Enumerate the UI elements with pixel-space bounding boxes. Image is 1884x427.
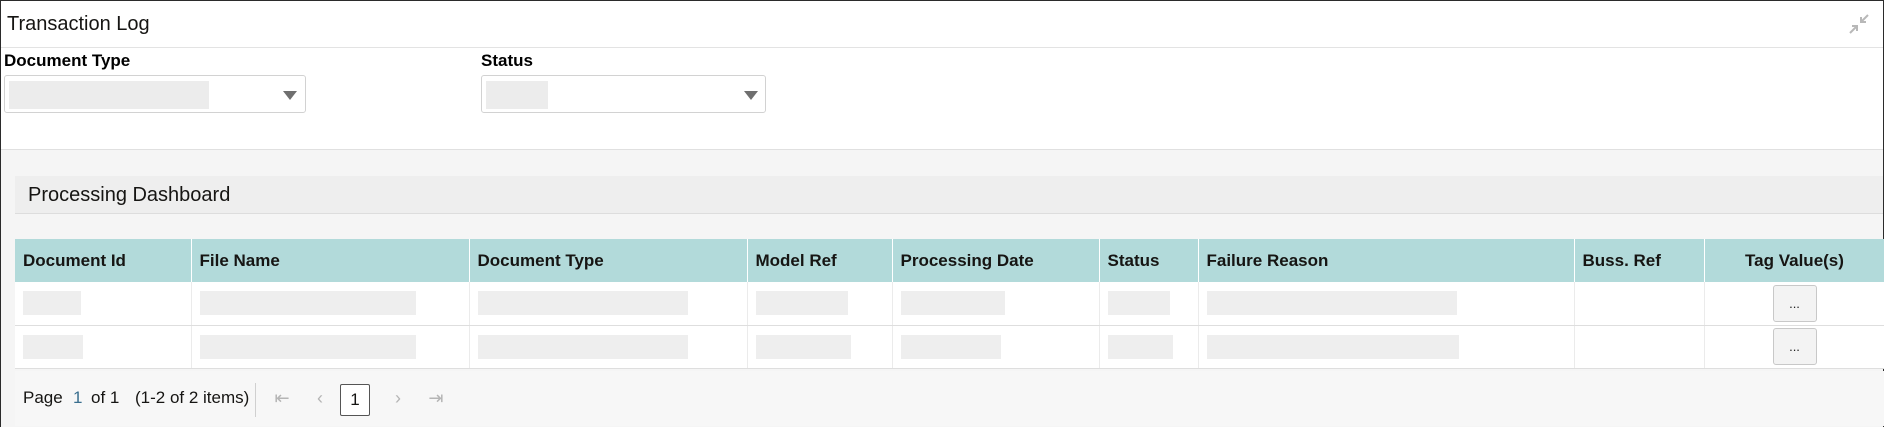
table-header-row: Document Id File Name Document Type Mode… [15, 239, 1884, 282]
page-1-button[interactable]: 1 [340, 384, 370, 416]
column-header[interactable]: Document Id [15, 239, 192, 282]
table-row[interactable]: ... [15, 325, 1884, 369]
items-summary: (1-2 of 2 items) [135, 388, 250, 407]
prev-page-icon[interactable]: ‹ [310, 388, 330, 409]
column-header[interactable]: Failure Reason [1198, 239, 1575, 282]
document-type-label: Document Type [4, 51, 131, 70]
processing-dashboard-panel: Processing Dashboard Document Id File Na… [1, 149, 1884, 427]
buss-ref-cell [1574, 282, 1705, 326]
first-page-icon[interactable]: ⇤ [272, 388, 292, 409]
processing-date-cell [892, 282, 1100, 326]
pagination-bar: Page 1 of 1 (1-2 of 2 items) ⇤ ‹ 1 › ⇥ [15, 371, 1884, 426]
failure-reason-cell [1198, 282, 1575, 326]
current-page-number: 1 [73, 388, 83, 407]
status-label: Status [481, 51, 533, 70]
tag-values-button[interactable]: ... [1772, 328, 1817, 365]
document-id-cell [15, 282, 192, 326]
column-header[interactable]: Tag Value(s) [1704, 239, 1884, 282]
model-ref-cell [747, 325, 893, 369]
failure-reason-cell [1198, 325, 1575, 369]
status-value [486, 81, 548, 109]
panel-header: Processing Dashboard [15, 176, 1883, 214]
transaction-log-window: Transaction Log Document Type Status Pro… [0, 0, 1884, 427]
processing-date-cell [892, 325, 1100, 369]
model-ref-cell [747, 282, 893, 326]
document-type-select[interactable] [4, 75, 306, 113]
file-name-cell [191, 325, 470, 369]
chevron-down-icon [744, 91, 758, 100]
tag-values-cell: ... [1704, 282, 1884, 326]
table-row[interactable]: ... [15, 282, 1884, 326]
page-label: Page [23, 388, 63, 407]
column-header[interactable]: Model Ref [747, 239, 893, 282]
column-header[interactable]: Processing Date [892, 239, 1100, 282]
collapse-icon[interactable] [1849, 14, 1869, 34]
tag-values-cell: ... [1704, 325, 1884, 369]
last-page-icon[interactable]: ⇥ [426, 388, 446, 409]
next-page-icon[interactable]: › [388, 388, 408, 409]
column-header[interactable]: Status [1099, 239, 1199, 282]
document-type-value [9, 81, 209, 109]
column-header[interactable]: Document Type [469, 239, 748, 282]
column-header[interactable]: File Name [191, 239, 470, 282]
column-header[interactable]: Buss. Ref [1574, 239, 1705, 282]
buss-ref-cell [1574, 325, 1705, 369]
status-cell [1099, 325, 1199, 369]
tag-values-button[interactable]: ... [1772, 284, 1817, 322]
document-id-cell [15, 325, 192, 369]
pager-divider [255, 383, 256, 417]
panel-title: Processing Dashboard [28, 184, 231, 206]
chevron-down-icon [283, 91, 297, 100]
document-type-cell [469, 282, 748, 326]
status-cell [1099, 282, 1199, 326]
file-name-cell [191, 282, 470, 326]
window-title: Transaction Log [7, 13, 150, 35]
title-bar: Transaction Log [1, 1, 1883, 48]
status-select[interactable] [481, 75, 766, 113]
document-type-cell [469, 325, 748, 369]
processing-table: Document Id File Name Document Type Mode… [15, 239, 1884, 369]
page-count: of 1 [91, 388, 120, 407]
